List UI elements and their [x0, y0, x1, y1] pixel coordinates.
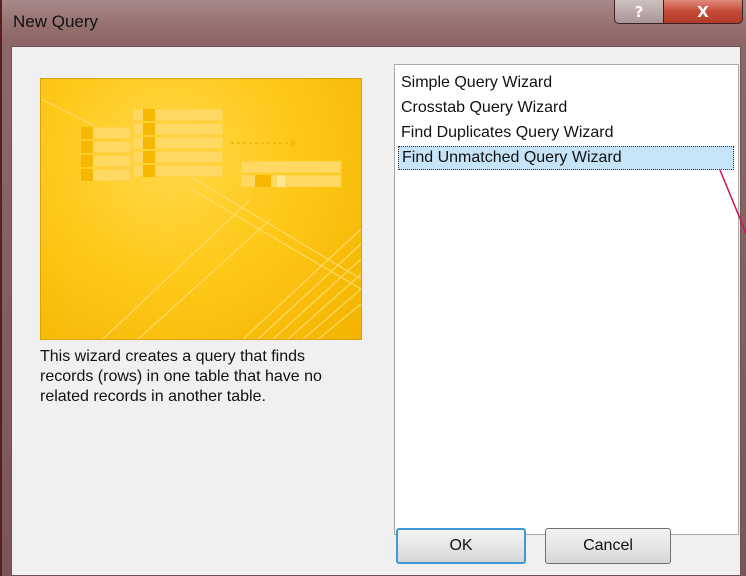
new-query-dialog: New Query ? X This wizard creates a quer… [0, 0, 746, 576]
annotation-pointer-line [719, 169, 746, 236]
